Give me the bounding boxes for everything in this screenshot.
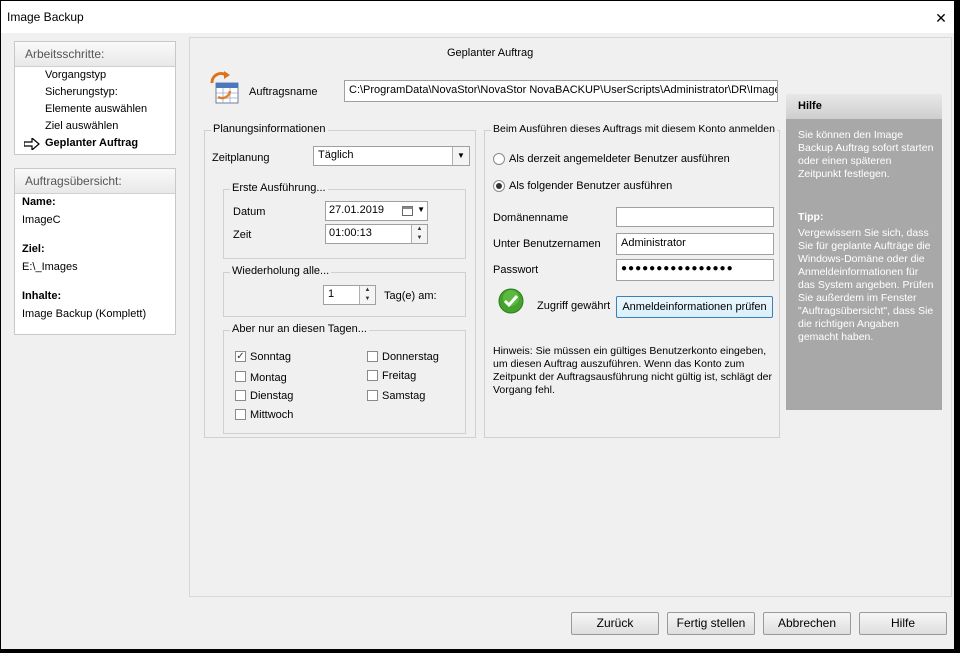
account-group-title: Beim Ausführen dieses Auftrags mit diese… — [491, 123, 777, 135]
time-stepper[interactable]: 01:00:13 ▲ ▼ — [325, 224, 428, 244]
check-credentials-button[interactable]: Anmeldeinformationen prüfen — [616, 296, 773, 318]
summary-target-value: E:\_Images — [22, 261, 78, 273]
repeat-unit-label: Tag(e) am: — [384, 290, 437, 302]
time-spin[interactable]: ▲ ▼ — [411, 225, 427, 243]
calendar-icon[interactable] — [402, 206, 413, 216]
spin-down-icon[interactable]: ▼ — [412, 234, 427, 243]
step-item: Vorgangstyp — [45, 69, 107, 81]
job-name-label: Auftragsname — [249, 86, 318, 98]
radio-current-user[interactable] — [493, 153, 505, 165]
planning-group-title: Planungsinformationen — [211, 123, 328, 135]
domain-input[interactable] — [616, 207, 774, 227]
steps-panel: Arbeitsschritte: Vorgangstyp Sicherungst… — [14, 41, 176, 155]
account-group: Beim Ausführen dieses Auftrags mit diese… — [484, 123, 780, 438]
help-tip-label: Tipp: — [798, 211, 824, 223]
current-step-arrow-icon — [24, 138, 40, 150]
cancel-button[interactable]: Abbrechen — [763, 612, 851, 635]
help-text: Sie können den Image Backup Auftrag sofo… — [798, 129, 934, 180]
repeat-stepper[interactable]: 1 ▲ ▼ — [323, 285, 376, 305]
days-group: Aber nur an diesen Tagen... ✓ Sonntag Mo… — [223, 323, 466, 434]
step-item-active: Geplanter Auftrag — [45, 137, 139, 149]
help-tip-text: Vergewissern Sie sich, dass Sie für gepl… — [798, 227, 934, 343]
repeat-title: Wiederholung alle... — [230, 265, 332, 277]
access-status: Zugriff gewährt — [537, 300, 611, 312]
password-label: Passwort — [493, 264, 539, 276]
schedule-select-value: Täglich — [318, 149, 354, 161]
check-ok-icon — [498, 288, 524, 314]
checkbox-monday[interactable] — [235, 371, 246, 382]
schedule-calendar-icon — [210, 71, 239, 104]
checkbox-sunday[interactable]: ✓ — [235, 351, 246, 362]
day-label-saturday: Samstag — [382, 390, 426, 402]
help-panel: Hilfe Sie können den Image Backup Auftra… — [786, 94, 942, 410]
username-label: Unter Benutzernamen — [493, 238, 601, 250]
title-bar[interactable]: Image Backup ✕ — [1, 1, 954, 33]
chevron-down-icon[interactable]: ▼ — [452, 147, 469, 165]
back-button[interactable]: Zurück — [571, 612, 659, 635]
day-label-sunday: Sonntag — [250, 351, 291, 363]
account-note: Hinweis: Sie müssen ein gültiges Benutze… — [493, 345, 772, 396]
username-input[interactable]: Administrator — [616, 233, 774, 255]
step-item: Elemente auswählen — [45, 103, 148, 115]
checkbox-wednesday[interactable] — [235, 409, 246, 420]
day-label-wednesday: Mittwoch — [250, 409, 294, 421]
day-label-monday: Montag — [250, 372, 287, 384]
day-label-tuesday: Dienstag — [250, 390, 294, 402]
time-label: Zeit — [233, 229, 252, 241]
checkbox-tuesday[interactable] — [235, 390, 246, 401]
summary-target-label: Ziel: — [22, 243, 45, 255]
chevron-down-icon[interactable]: ▼ — [417, 205, 425, 214]
summary-content-value: Image Backup (Komplett) — [22, 308, 147, 320]
repeat-spin[interactable]: ▲ ▼ — [359, 286, 375, 304]
spin-up-icon[interactable]: ▲ — [360, 286, 375, 295]
repeat-group: Wiederholung alle... 1 ▲ ▼ Tag(e) am: — [223, 265, 466, 317]
help-title: Hilfe — [798, 100, 822, 112]
radio-other-user-label: Als folgender Benutzer ausführen — [509, 180, 673, 192]
job-name-field[interactable]: C:\ProgramData\NovaStor\NovaStor NovaBAC… — [344, 80, 778, 102]
step-item: Ziel auswählen — [45, 120, 119, 132]
help-button[interactable]: Hilfe — [859, 612, 947, 635]
day-label-friday: Freitag — [382, 370, 417, 382]
checkbox-saturday[interactable] — [367, 390, 378, 401]
summary-name-label: Name: — [22, 196, 56, 208]
close-button[interactable]: ✕ — [927, 7, 955, 29]
finish-button[interactable]: Fertig stellen — [667, 612, 755, 635]
wizard-window: Image Backup ✕ Arbeitsschritte: Vorgangs… — [0, 0, 955, 650]
summary-name-value: ImageC — [22, 214, 61, 226]
spin-up-icon[interactable]: ▲ — [412, 225, 427, 234]
window-title: Image Backup — [7, 10, 84, 24]
steps-heading: Arbeitsschritte: — [25, 47, 105, 61]
checkbox-friday[interactable] — [367, 370, 378, 381]
repeat-value: 1 — [328, 288, 335, 300]
domain-label: Domänenname — [493, 212, 569, 224]
first-run-title: Erste Ausführung... — [230, 182, 328, 194]
password-input[interactable]: ●●●●●●●●●●●●●●●● — [616, 259, 774, 281]
time-value: 01:00:13 — [329, 227, 372, 239]
radio-other-user[interactable] — [493, 180, 505, 192]
date-label: Datum — [233, 206, 266, 218]
checkbox-thursday[interactable] — [367, 351, 378, 362]
spin-down-icon[interactable]: ▼ — [360, 295, 375, 304]
summary-heading: Auftragsübersicht: — [25, 174, 122, 188]
date-picker[interactable]: 27.01.2019 ▼ — [325, 201, 428, 221]
first-run-group: Erste Ausführung... Datum 27.01.2019 ▼ Z… — [223, 182, 466, 259]
page-title: Geplanter Auftrag — [447, 47, 534, 59]
day-label-thursday: Donnerstag — [382, 351, 439, 363]
summary-panel: Auftragsübersicht: Name: ImageC Ziel: E:… — [14, 168, 176, 335]
step-item: Sicherungstyp: — [45, 86, 118, 98]
planning-group: Planungsinformationen Zeitplanung Täglic… — [204, 123, 476, 438]
schedule-select[interactable]: Täglich ▼ — [313, 146, 470, 166]
schedule-label: Zeitplanung — [212, 152, 270, 164]
date-value: 27.01.2019 — [329, 204, 385, 216]
days-title: Aber nur an diesen Tagen... — [230, 323, 369, 335]
radio-current-user-label: Als derzeit angemeldeter Benutzer ausfüh… — [509, 153, 730, 165]
summary-content-label: Inhalte: — [22, 290, 62, 302]
